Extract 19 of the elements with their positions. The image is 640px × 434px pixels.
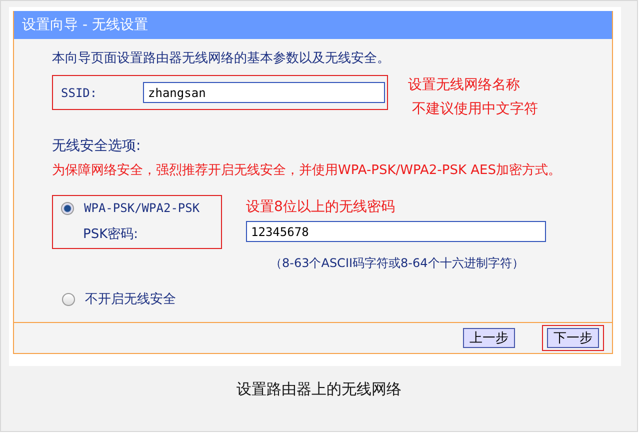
- radio-button[interactable]: [61, 202, 74, 214]
- step-button[interactable]: 上一步: [463, 328, 515, 348]
- annotation-text: 不建议使用中文字符: [412, 100, 538, 119]
- section-heading: 无线安全选项:: [52, 137, 142, 155]
- radio-button[interactable]: [62, 292, 75, 306]
- password-field[interactable]: 12345678: [246, 221, 546, 242]
- caption-text: 设置路由器上的无线网络: [236, 380, 402, 399]
- hint-text: （8-63个ASCII码字符或8-64个十六进制字符）: [270, 255, 525, 272]
- window-title: 设置向导 - 无线设置: [14, 11, 612, 39]
- annotation-text: 设置无线网络名称: [408, 76, 521, 95]
- step-button[interactable]: 下一步: [547, 328, 599, 348]
- ssid-field[interactable]: zhangsan: [143, 82, 385, 103]
- option-label: 不开启无线安全: [85, 291, 176, 308]
- intro-text: 本向导页面设置路由器无线网络的基本参数以及无线安全。: [52, 50, 391, 67]
- psk-label: PSK密码:: [82, 226, 139, 243]
- warning-text: 为保障网络安全，强烈推荐开启无线安全，并使用WPA-PSK/WPA2-PSK AES加密方式。: [52, 162, 562, 180]
- ssid-label: SSID:: [61, 86, 98, 100]
- option-label: WPA-PSK/WPA2-PSK: [84, 201, 200, 215]
- annotation-text: 设置8位以上的无线密码: [246, 198, 396, 217]
